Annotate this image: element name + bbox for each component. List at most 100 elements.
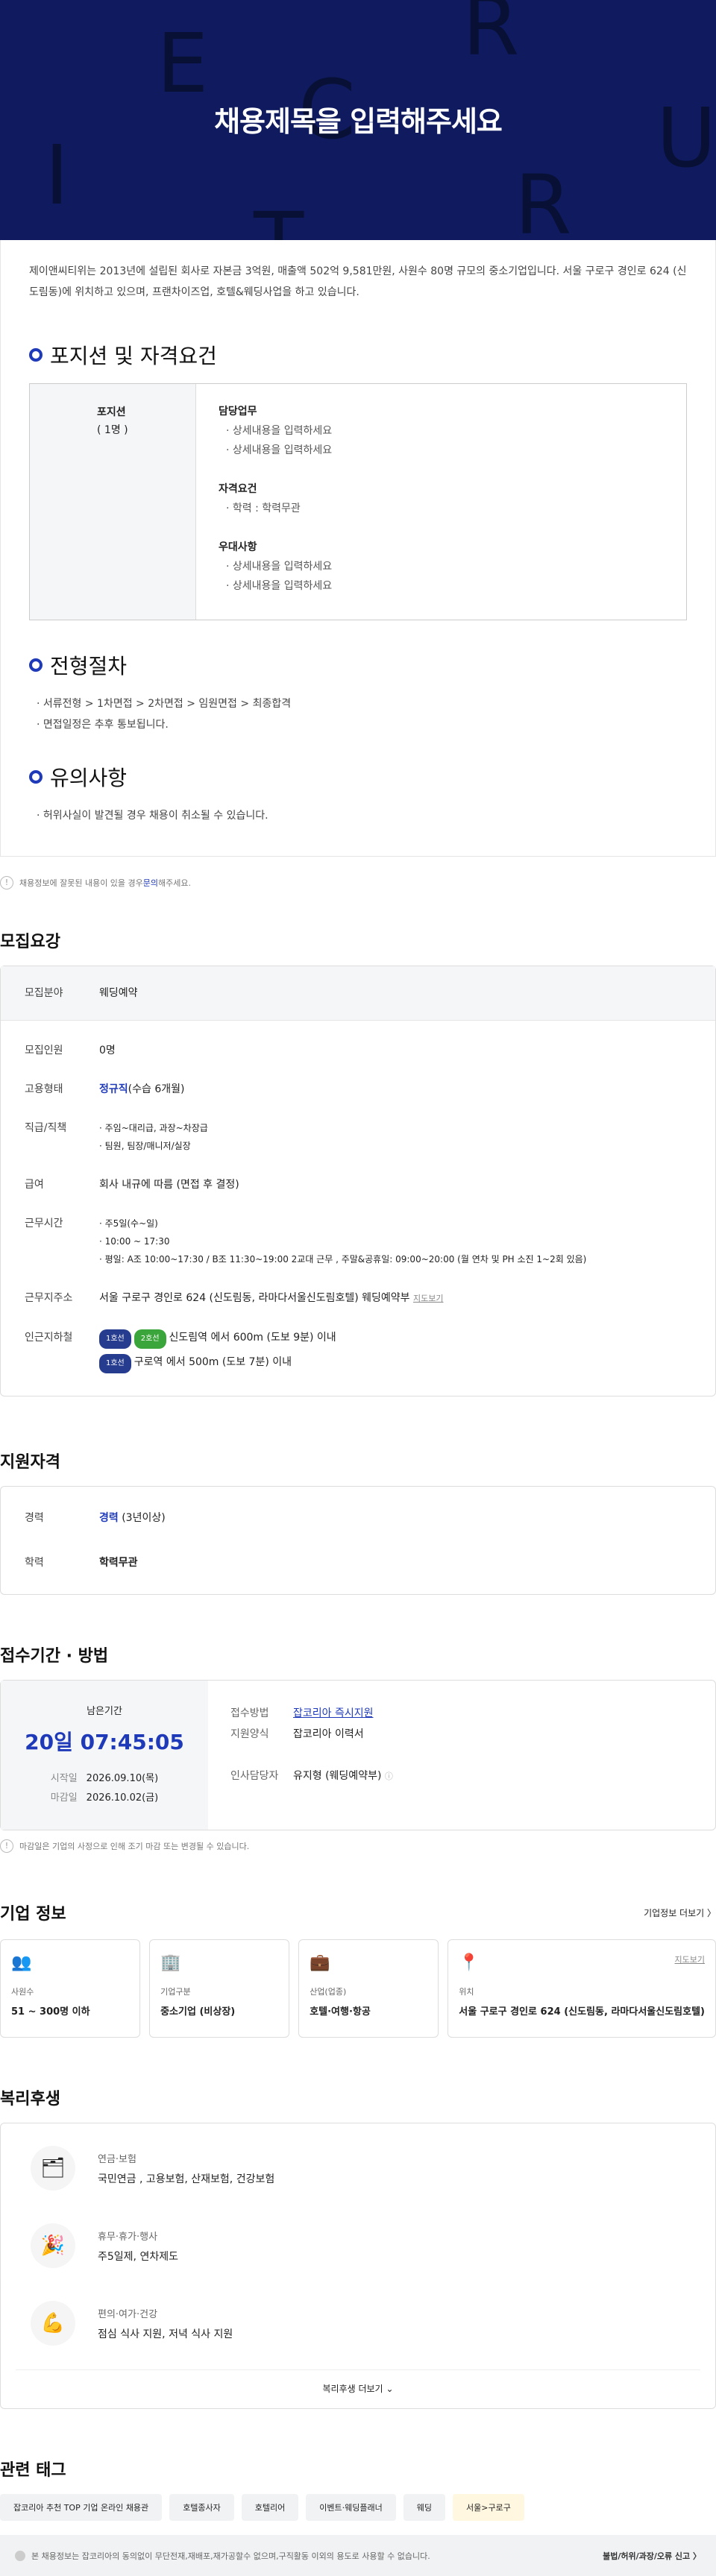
- position-details: 담당업무 · 상세내용을 입력하세요 · 상세내용을 입력하세요 자격요건 · …: [195, 384, 686, 620]
- recruit-row: 모집인원 0명: [25, 1045, 116, 1056]
- job-detail-box: 제이앤씨티위는 2013년에 설립된 회사로 자본금 3억원, 매출액 502억…: [0, 240, 716, 857]
- report-text: 채용정보에 잘못된 내용이 있을 경우: [19, 878, 143, 888]
- company-card: 📍 지도보기 위치 서울 구로구 경인로 624 (신도림동, 라마다서울신도림호텔): [448, 1939, 716, 2038]
- company-card: 🏢 기업구분 중소기업 (비상장): [149, 1939, 290, 2038]
- tag-item[interactable]: 호텔종사자: [169, 2494, 234, 2521]
- people-icon: 👥: [11, 1953, 32, 1972]
- deadline-panel: 남은기간 20일 07:45:05 시작일 2026.09.10(목) 마감일 20…: [1, 1681, 208, 1830]
- section-title-text: 포지션 및 자격요건: [50, 344, 217, 368]
- company-intro: 제이앤씨티위는 2013년에 설립된 회사로 자본금 3억원, 매출액 502억…: [29, 265, 687, 298]
- tag-item[interactable]: 이벤트·웨딩플래너: [306, 2494, 396, 2521]
- apply-now-link[interactable]: 잡코리아 즉시지원: [293, 1707, 374, 1719]
- position-count: ( 1명 ): [97, 424, 128, 436]
- apply-title: 접수기간 · 방법: [0, 1647, 109, 1666]
- section-title-process: 전형절차: [29, 650, 687, 680]
- hero-letter: T: [254, 201, 304, 240]
- preference-item: · 상세내용을 입력하세요: [226, 580, 333, 592]
- bullet-icon: [29, 348, 43, 362]
- report-tail: 해주세요.: [158, 878, 192, 888]
- remain-countdown: 20일 07:45:05: [25, 1730, 184, 1754]
- process-item: · 서류전형 > 1차면접 > 2차면접 > 임원면접 > 최종합격: [37, 698, 292, 710]
- subway-line-badge: 2호선: [134, 1329, 166, 1349]
- process-list: · 서류전형 > 1차면접 > 2차면접 > 임원면접 > 최종합격 · 면접일…: [29, 693, 687, 735]
- company-title: 기업 정보: [0, 1905, 66, 1924]
- contact-name: 유지형 (웨딩예약부): [293, 1770, 382, 1782]
- recruit-row: 근무시간 · 주5일(수~일) · 10:00 ~ 17:30 · 평일: A조 10…: [25, 1218, 587, 1265]
- field-label: 모집분야: [25, 987, 63, 999]
- tag-item[interactable]: 웨딩: [403, 2494, 445, 2521]
- company-more-link[interactable]: 기업정보 더보기 〉: [644, 1906, 716, 1919]
- hero-banner: E R C I R U T 채용제목을 입력해주세요: [0, 0, 716, 240]
- pin-icon: 📍: [459, 1953, 480, 1972]
- footer-text: 본 채용정보는 잡코리아의 동의없이 무단전재,재배포,재가공할수 없으며,구직…: [31, 2551, 430, 2561]
- info-icon: !: [0, 1839, 13, 1853]
- map-link[interactable]: 지도보기: [413, 1294, 443, 1303]
- welfare-item: 💪 편의·여가·건강 점심 식사 지원, 저녁 식사 지원: [1, 2284, 715, 2362]
- company-cards: 👥 사원수 51 ~ 300명 이하 🏢 기업구분 중소기업 (비상장) 💼 산업(업종)…: [0, 1939, 716, 2038]
- tag-item[interactable]: 서울>구로구: [453, 2494, 524, 2521]
- company-card: 👥 사원수 51 ~ 300명 이하: [0, 1939, 141, 2038]
- map-link[interactable]: 지도보기: [675, 1953, 705, 1965]
- info-icon[interactable]: ⓘ: [385, 1772, 393, 1781]
- caution-list: · 허위사실이 발견될 경우 채용이 취소될 수 있습니다.: [29, 805, 687, 826]
- position-label: 포지션 ( 1명 ): [30, 384, 195, 620]
- end-date: 2026.10.02(금): [86, 1792, 159, 1804]
- qualification-section: 지원자격 경력 경력 (3년이상) 학력 학력무관: [0, 1449, 716, 1595]
- tag-title: 관련 태그: [0, 2461, 66, 2480]
- hero-letter: R: [462, 0, 520, 74]
- welfare-item: 🎉 휴무·휴가·행사 주5일제, 연차제도: [1, 2207, 715, 2284]
- section-title-text: 유의사항: [50, 766, 128, 790]
- bullet-icon: [29, 770, 43, 784]
- tag-item[interactable]: 잡코리아 추천 TOP 기업 온라인 채용관: [0, 2494, 163, 2521]
- field-value: 웨딩예약: [99, 987, 138, 999]
- position-table: 포지션 ( 1명 ) 담당업무 · 상세내용을 입력하세요 · 상세내용을 입력…: [29, 383, 687, 620]
- chevron-down-icon: ⌄: [386, 2384, 394, 2394]
- hero-letter: R: [515, 157, 572, 240]
- briefcase-icon: 💼: [310, 1953, 330, 1972]
- duty-item: · 상세내용을 입력하세요: [226, 425, 333, 437]
- recruit-row: 고용형태 정규직(수습 6개월): [25, 1083, 185, 1095]
- remain-label: 남은기간: [87, 1706, 122, 1717]
- building-icon: 🏢: [160, 1953, 181, 1972]
- welfare-card: 🗂 연금·보험 국민연금 , 고용보험, 산재보험, 건강보험 🎉 휴무·휴가·행사 주…: [0, 2123, 716, 2409]
- hero-letter: I: [45, 127, 69, 223]
- footer-bar: 본 채용정보는 잡코리아의 동의없이 무단전재,재배포,재가공할수 없으며,구직…: [0, 2535, 716, 2576]
- section-title-positions: 포지션 및 자격요건: [29, 340, 687, 370]
- section-title-caution: 유의사항: [29, 762, 687, 792]
- tag-section: 관련 태그 잡코리아 추천 TOP 기업 온라인 채용관 호텔종사자 호텔리어 이벤트…: [0, 2457, 716, 2521]
- section-title-text: 전형절차: [50, 654, 128, 678]
- apply-section: 접수기간 · 방법 남은기간 20일 07:45:05 시작일 2026.09.1…: [0, 1643, 716, 1853]
- recruit-row: 급여 회사 내규에 따름 (면접 후 결정): [25, 1179, 239, 1191]
- welfare-section: 복리후생 🗂 연금·보험 국민연금 , 고용보험, 산재보험, 건강보험 🎉 휴무·휴…: [0, 2085, 716, 2409]
- preference-item: · 상세내용을 입력하세요: [226, 561, 333, 573]
- bullet-icon: [29, 658, 43, 672]
- apply-card: 남은기간 20일 07:45:05 시작일 2026.09.10(목) 마감일 20…: [0, 1680, 716, 1830]
- requirement-item: · 학력 : 학력무관: [226, 503, 301, 514]
- pension-icon: 🗂: [31, 2146, 75, 2191]
- company-section: 기업 정보 기업정보 더보기 〉 👥 사원수 51 ~ 300명 이하 🏢 기업구분 중…: [0, 1900, 716, 2038]
- welfare-title: 복리후생: [0, 2090, 60, 2109]
- requirement-heading: 자격요건: [219, 483, 257, 495]
- start-date: 2026.09.10(목): [86, 1773, 159, 1784]
- welfare-more-button[interactable]: 복리후생 더보기 ⌄: [16, 2369, 700, 2408]
- position-name: 포지션: [97, 406, 126, 418]
- tag-list: 잡코리아 추천 TOP 기업 온라인 채용관 호텔종사자 호텔리어 이벤트·웨딩플래너…: [0, 2494, 716, 2521]
- report-link[interactable]: 문의: [143, 877, 158, 889]
- duty-heading: 담당업무: [219, 406, 257, 418]
- report-link[interactable]: 불법/허위/과장/오류 신고 〉: [603, 2550, 701, 2562]
- notice-icon: [15, 2550, 25, 2561]
- recruit-field-row: 모집분야 웨딩예약: [1, 966, 715, 1021]
- recruit-row: 근무지주소 서울 구로구 경인로 624 (신도림동, 라마다서울신도림호텔) 웨…: [25, 1292, 444, 1304]
- party-icon: 🎉: [31, 2223, 75, 2268]
- process-item: · 면접일정은 추후 통보됩니다.: [37, 719, 169, 731]
- tag-item[interactable]: 호텔리어: [241, 2494, 299, 2521]
- qualification-card: 경력 경력 (3년이상) 학력 학력무관: [0, 1486, 716, 1595]
- duty-item: · 상세내용을 입력하세요: [226, 444, 333, 456]
- qual-row: 학력 학력무관: [25, 1557, 138, 1569]
- qualification-title: 지원자격: [0, 1453, 60, 1472]
- apply-method-panel: 접수방법 잡코리아 즉시지원 지원양식 잡코리아 이력서 인사담당자 유지형 (웨딩예…: [230, 1707, 393, 1782]
- recruit-row: 인근지하철 1호선 2호선 신도림역 에서 600m (도보 9분) 이내 1호선 구…: [1, 1318, 715, 1396]
- deadline-notice: ! 마감일은 기업의 사정으로 인해 조기 마감 또는 변경될 수 있습니다.: [0, 1830, 716, 1853]
- welfare-item: 🗂 연금·보험 국민연금 , 고용보험, 산재보험, 건강보험: [1, 2129, 715, 2207]
- health-icon: 💪: [31, 2301, 75, 2346]
